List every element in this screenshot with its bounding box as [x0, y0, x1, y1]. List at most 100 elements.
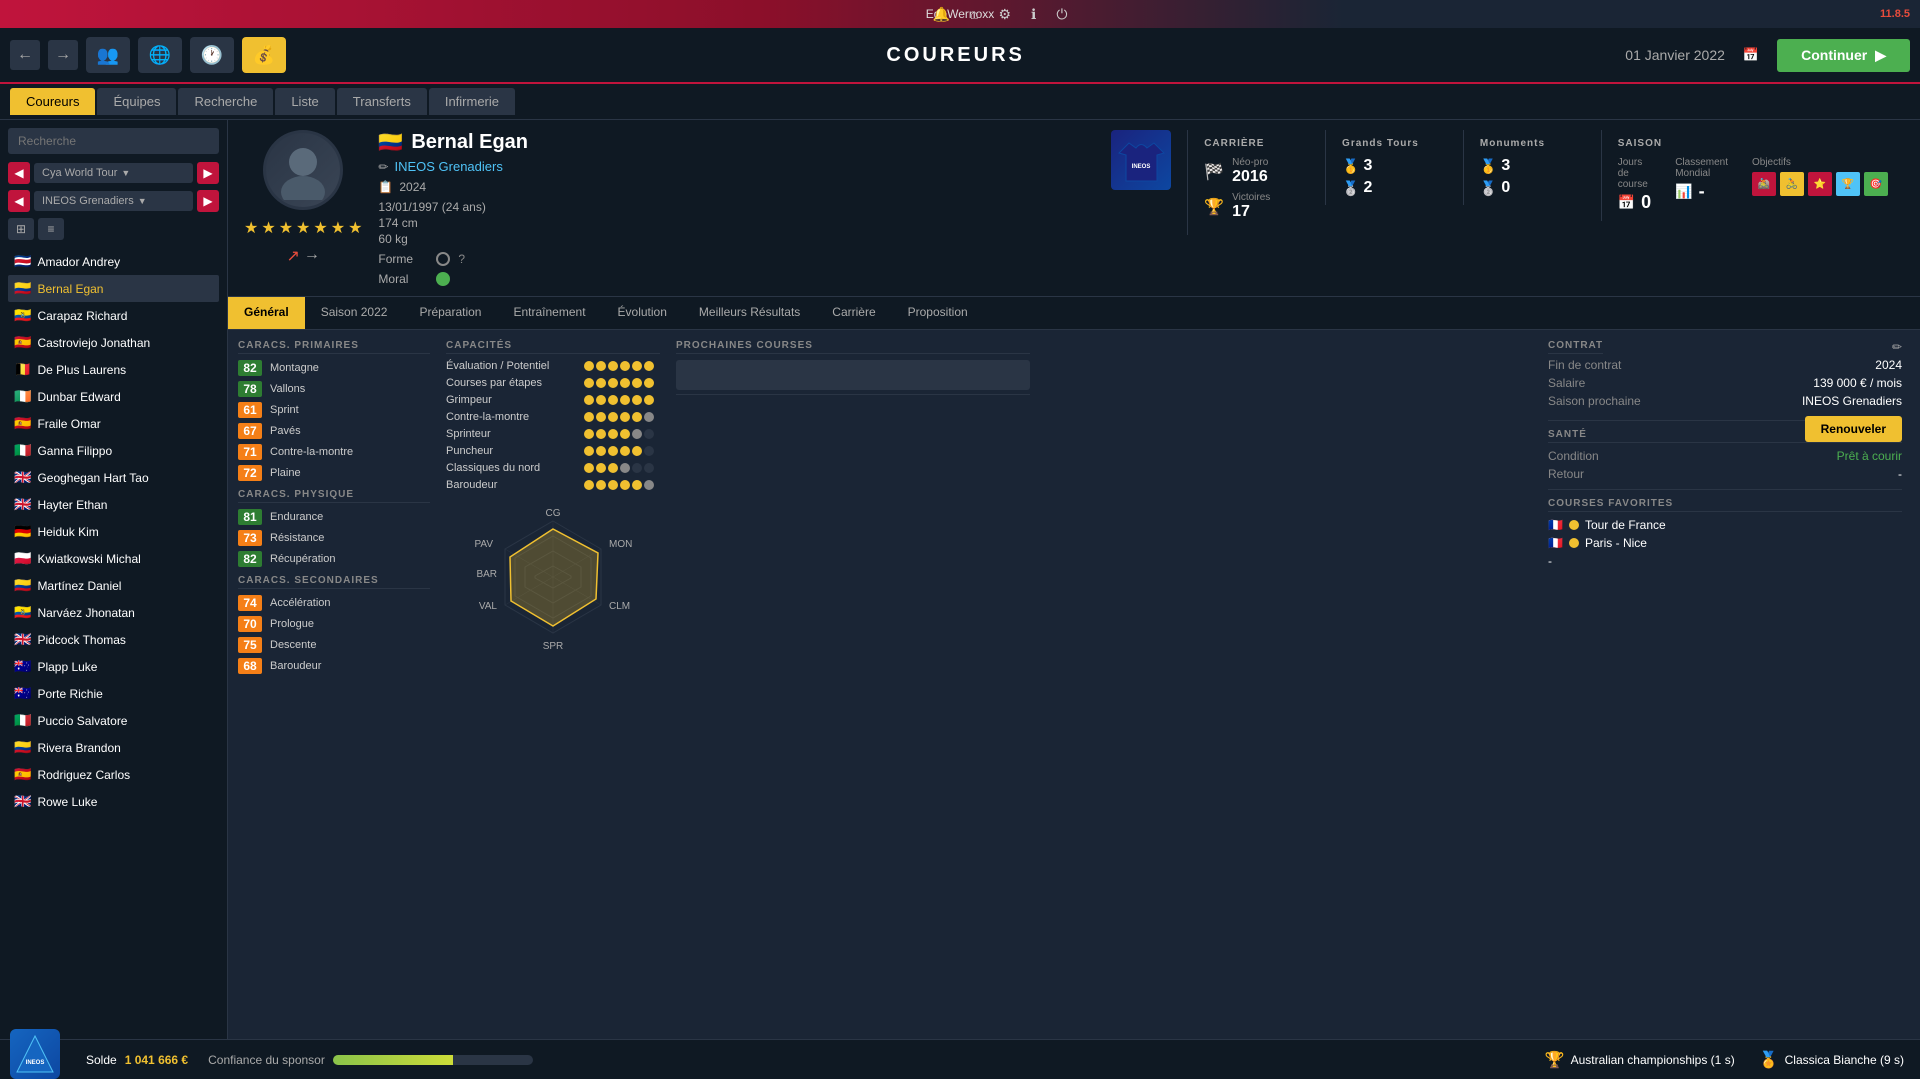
contract-icon: 📋 [378, 180, 393, 194]
tab-liste[interactable]: Liste [275, 88, 334, 115]
finance-icon[interactable]: 💰 [242, 37, 286, 73]
rider-list-item[interactable]: 🇮🇪Dunbar Edward [8, 383, 219, 410]
filter2-next-button[interactable]: ▶ [197, 190, 219, 212]
profile-tab-saison[interactable]: Saison 2022 [305, 297, 404, 329]
cap-item: Sprinteur [446, 428, 660, 440]
tab-recherche[interactable]: Recherche [178, 88, 273, 115]
calendar-icon[interactable]: 📅 [1743, 47, 1759, 63]
filter1-next-button[interactable]: ▶ [197, 162, 219, 184]
globe-icon[interactable]: 🌐 [138, 37, 182, 73]
solde-value: 1 041 666 € [125, 1053, 188, 1067]
caracs-physique-list: 81 Endurance 73 Résistance 82 Récupérati… [238, 509, 430, 567]
tab-coureurs[interactable]: Coureurs [10, 88, 95, 115]
profile-tab-preparation[interactable]: Préparation [403, 297, 497, 329]
filter2-dropdown[interactable]: INEOS Grenadiers ▼ [34, 191, 193, 211]
svg-text:MON: MON [609, 539, 632, 550]
cap-label: Puncheur [446, 445, 576, 457]
rider-list-item[interactable]: 🇦🇺Porte Richie [8, 680, 219, 707]
filter1-prev-button[interactable]: ◀ [8, 162, 30, 184]
achievement-2: 🏅 Classica Bianche (9 s) [1759, 1050, 1904, 1070]
rider-list-item[interactable]: 🇪🇸Rodriguez Carlos [8, 761, 219, 788]
view-toggle-1[interactable]: ⊞ [8, 218, 34, 240]
rider-item-name: Carapaz Richard [37, 309, 127, 323]
dot-filled [596, 463, 606, 473]
stat-item: 81 Endurance [238, 509, 430, 525]
gear-icon[interactable]: ⚙ [998, 6, 1011, 23]
rider-list-item[interactable]: 🇩🇪Heiduk Kim [8, 518, 219, 545]
rider-list-item[interactable]: 🇨🇴Rivera Brandon [8, 734, 219, 761]
profile-tab-general[interactable]: Général [228, 297, 305, 329]
search-input[interactable] [8, 128, 219, 154]
rider-list-item[interactable]: 🇬🇧Pidcock Thomas [8, 626, 219, 653]
dot-empty [644, 429, 654, 439]
rider-list-item[interactable]: 🇧🇪De Plus Laurens [8, 356, 219, 383]
stat-item: 75 Descente [238, 637, 430, 653]
roster-icon[interactable]: 👥 [86, 37, 130, 73]
fav-item: 🇫🇷Paris - Nice [1548, 536, 1902, 550]
rider-list-item[interactable]: 🇬🇧Hayter Ethan [8, 491, 219, 518]
profile-tab-meilleurs[interactable]: Meilleurs Résultats [683, 297, 816, 329]
rider-list-item[interactable]: 🇮🇹Puccio Salvatore [8, 707, 219, 734]
renew-button[interactable]: Renouveler [1805, 416, 1902, 442]
rider-list-item[interactable]: 🇪🇨Carapaz Richard [8, 302, 219, 329]
rider-list-item[interactable]: 🇪🇨Narváez Jhonatan [8, 599, 219, 626]
profile-tab-entrainement[interactable]: Entraînement [497, 297, 601, 329]
forward-button[interactable]: → [48, 40, 78, 70]
rider-list-item[interactable]: 🇪🇸Fraile Omar [8, 410, 219, 437]
capacites-panel: CAPACITÉS Évaluation / PotentielCourses … [438, 340, 668, 999]
rider-list-item[interactable]: 🇦🇺Plapp Luke [8, 653, 219, 680]
clock-icon[interactable]: 🕐 [190, 37, 234, 73]
rider-list-item[interactable]: 🇨🇴Martínez Daniel [8, 572, 219, 599]
obj-icon-5: 🎯 [1864, 172, 1888, 196]
tab-transferts[interactable]: Transferts [337, 88, 427, 115]
rider-list-item[interactable]: 🇨🇷Amador Andrey [8, 248, 219, 275]
power-icon[interactable]: ⏻ [1056, 6, 1067, 23]
cap-item: Évaluation / Potentiel [446, 360, 660, 372]
stat-label: Contre-la-montre [270, 446, 430, 458]
dot-filled [596, 412, 606, 422]
obj-icon-4: 🏆 [1836, 172, 1860, 196]
info-icon[interactable]: ℹ [1031, 6, 1036, 23]
rider-list-item[interactable]: 🇬🇧Rowe Luke [8, 788, 219, 815]
stat-item: 82 Montagne [238, 360, 430, 376]
rider-list-item[interactable]: 🇬🇧Geoghegan Hart Tao [8, 464, 219, 491]
rider-list-item[interactable]: 🇮🇹Ganna Filippo [8, 437, 219, 464]
rider-team[interactable]: INEOS Grenadiers [394, 159, 502, 174]
moral-circle [436, 272, 450, 286]
view-toggle-2[interactable]: ≡ [38, 218, 64, 240]
filter2-prev-button[interactable]: ◀ [8, 190, 30, 212]
contrat-fin-label: Fin de contrat [1548, 358, 1621, 372]
dot-empty [644, 463, 654, 473]
monuments-title: Monuments [1480, 138, 1585, 149]
rider-list-item[interactable]: 🇨🇴Bernal Egan [8, 275, 219, 302]
profile-tab-proposition[interactable]: Proposition [892, 297, 984, 329]
stat-label: Prologue [270, 618, 430, 630]
svg-text:CG: CG [546, 508, 561, 519]
monuments-2: 0 [1501, 179, 1510, 197]
back-button[interactable]: ← [10, 40, 40, 70]
stat-label: Vallons [270, 383, 430, 395]
bell-icon[interactable]: 🔔 [933, 6, 950, 23]
stat-item: 78 Vallons [238, 381, 430, 397]
rider-item-name: Geoghegan Hart Tao [37, 471, 148, 485]
dot-filled [584, 412, 594, 422]
rider-flag-icon: 🇮🇪 [14, 388, 31, 405]
continue-button[interactable]: Continuer ▶ [1777, 39, 1910, 72]
profile-tab-carriere[interactable]: Carrière [816, 297, 891, 329]
filter1-dropdown[interactable]: Cya World Tour ▼ [34, 163, 193, 183]
stat-label: Descente [270, 639, 430, 651]
rider-list-item[interactable]: 🇪🇸Castroviejo Jonathan [8, 329, 219, 356]
profile-tab-evolution[interactable]: Évolution [602, 297, 683, 329]
stat-item: 68 Baroudeur [238, 658, 430, 674]
tab-infirmerie[interactable]: Infirmerie [429, 88, 515, 115]
prochaines-panel: PROCHAINES COURSES [668, 340, 1038, 999]
contrat-edit-icon[interactable]: ✏ [1892, 340, 1902, 354]
cap-dots [584, 480, 654, 490]
rider-list-item[interactable]: 🇵🇱Kwiatkowski Michal [8, 545, 219, 572]
tab-equipes[interactable]: Équipes [97, 88, 176, 115]
stat-label: Montagne [270, 362, 430, 374]
rider-trend: ↗ → [287, 246, 320, 266]
contrat-saison-label: Saison prochaine [1548, 394, 1641, 408]
mon-1st-icon: 🥇 [1480, 158, 1497, 175]
home-icon[interactable]: ⌂ [970, 6, 978, 22]
